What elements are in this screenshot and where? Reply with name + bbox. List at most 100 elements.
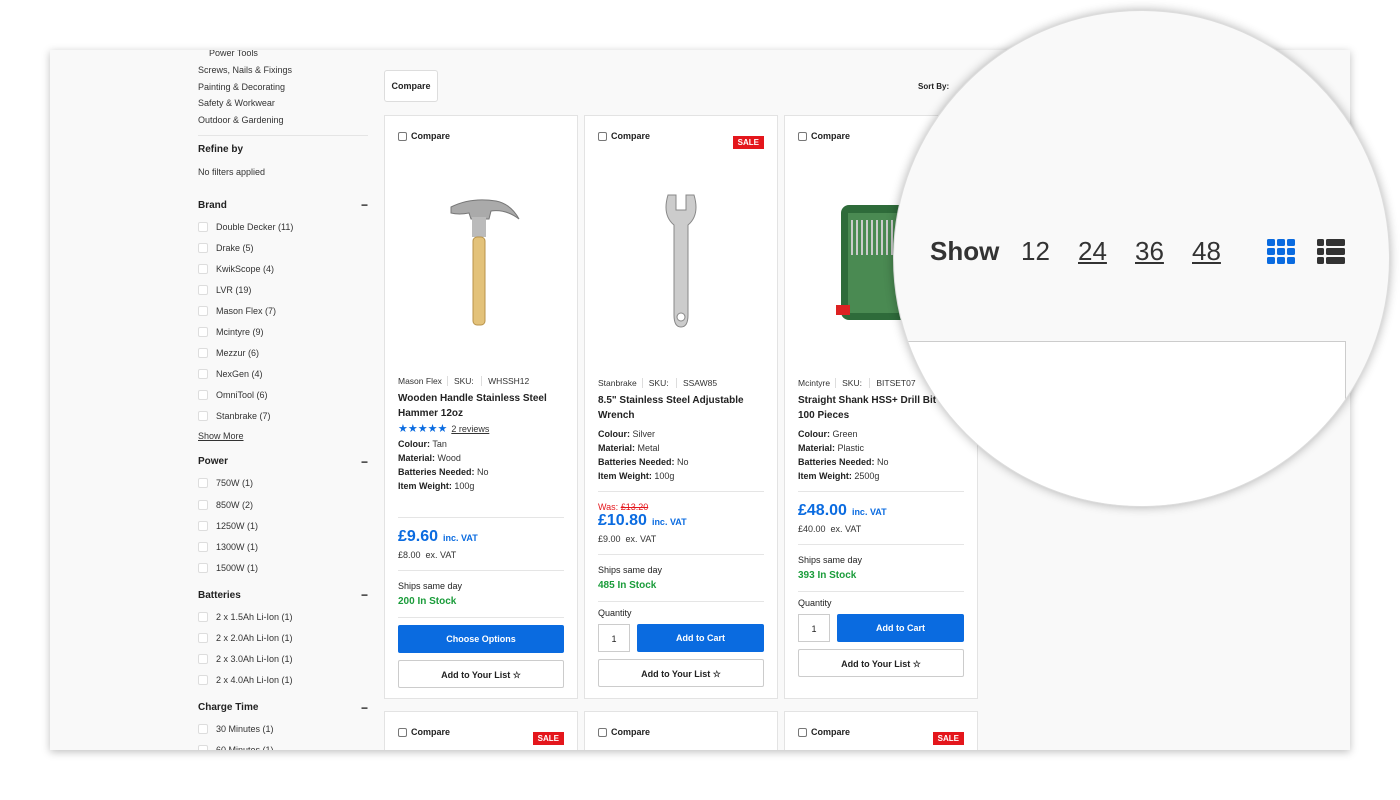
filter-option[interactable]: Stanbrake (7)	[198, 406, 368, 427]
filter-option[interactable]: 850W (2)	[198, 494, 368, 515]
price-ex-vat: £40.00 ex. VAT	[798, 524, 862, 534]
category-link[interactable]: Safety & Workwear	[198, 95, 368, 112]
product-title[interactable]: Wooden Handle Stainless Steel Hammer 12o…	[398, 391, 564, 421]
stock-status: 485 In Stock	[598, 580, 657, 591]
add-to-cart-button[interactable]: Add to Cart	[637, 624, 764, 652]
checkbox[interactable]	[198, 305, 208, 316]
compare-button[interactable]: Compare	[384, 70, 438, 102]
reviews-link[interactable]: 2 reviews	[451, 424, 489, 434]
filter-group-title[interactable]: Brand −	[198, 198, 368, 212]
star-icon: ☆	[912, 659, 921, 669]
list-view-icon[interactable]	[1317, 239, 1347, 265]
collapse-icon[interactable]: −	[361, 198, 368, 212]
star-icon: ☆	[712, 669, 721, 679]
filter-option[interactable]: 1500W (1)	[198, 557, 368, 578]
filter-group-title[interactable]: Power −	[198, 455, 368, 469]
checkbox[interactable]	[198, 611, 208, 622]
checkbox[interactable]	[198, 562, 208, 573]
product-card: Compare SALE	[784, 711, 978, 750]
checkbox[interactable]	[198, 242, 208, 253]
star-icon: ☆	[512, 670, 521, 680]
page-size-24[interactable]: 24	[1078, 236, 1107, 267]
checkbox[interactable]	[198, 221, 208, 232]
filter-option[interactable]: LVR (19)	[198, 279, 368, 300]
shipping-text: Ships same day	[598, 565, 663, 575]
filter-option[interactable]: Drake (5)	[198, 237, 368, 258]
checkbox[interactable]	[198, 520, 208, 531]
add-to-cart-button[interactable]: Add to Cart	[837, 614, 964, 642]
filter-option[interactable]: OmniTool (6)	[198, 385, 368, 406]
page-size-12[interactable]: 12	[1021, 236, 1050, 267]
add-to-list-button[interactable]: Add to Your List ☆	[398, 660, 564, 688]
sort-dropdown-magnified[interactable]	[906, 341, 1346, 506]
show-more-link[interactable]: Show More	[198, 431, 368, 441]
collapse-icon[interactable]: −	[361, 701, 368, 715]
was-price: Was: £13.20	[598, 502, 649, 512]
filter-option[interactable]: 30 Minutes (1)	[198, 719, 368, 740]
checkbox[interactable]	[198, 411, 208, 422]
product-card: Compare	[584, 711, 778, 750]
checkbox[interactable]	[198, 745, 208, 750]
checkbox[interactable]	[198, 675, 208, 686]
quantity-input[interactable]: 1	[798, 614, 830, 642]
quantity-label: Quantity	[598, 608, 632, 618]
grid-view-icon[interactable]	[1267, 239, 1297, 265]
filter-option[interactable]: Mcintyre (9)	[198, 321, 368, 342]
category-link[interactable]: Painting & Decorating	[198, 79, 368, 96]
product-attributes: Colour: Silver Material: Metal Batteries…	[598, 429, 689, 481]
checkbox[interactable]	[198, 633, 208, 644]
collapse-icon[interactable]: −	[361, 455, 368, 469]
compare-checkbox[interactable]: Compare	[398, 131, 564, 141]
product-meta: Mason Flex SKU: WHSSH12	[398, 376, 530, 386]
filter-option[interactable]: Double Decker (11)	[198, 216, 368, 237]
checkbox[interactable]	[198, 724, 208, 735]
checkbox[interactable]	[198, 541, 208, 552]
choose-options-button[interactable]: Choose Options	[398, 625, 564, 653]
refine-title: Refine by	[198, 144, 244, 155]
category-link[interactable]: Outdoor & Gardening	[198, 112, 368, 129]
sale-badge: SALE	[732, 136, 764, 149]
checkbox[interactable]	[198, 390, 208, 401]
collapse-icon[interactable]: −	[361, 588, 368, 602]
checkbox[interactable]	[198, 478, 208, 489]
filter-group-title[interactable]: Batteries −	[198, 588, 368, 602]
page-size-36[interactable]: 36	[1135, 236, 1164, 267]
filter-group-title[interactable]: Charge Time −	[198, 701, 368, 715]
page-size-48[interactable]: 48	[1192, 236, 1221, 267]
checkbox[interactable]	[198, 327, 208, 338]
price-ex-vat: £9.00 ex. VAT	[598, 534, 657, 544]
category-link[interactable]: Screws, Nails & Fixings	[198, 62, 368, 79]
magnifier-overlay: Show 12 24 36 48	[893, 10, 1390, 507]
rating-stars: ★★★★★ 2 reviews	[398, 423, 490, 435]
sale-badge: SALE	[532, 732, 564, 745]
filter-option[interactable]: 2 x 1.5Ah Li-Ion (1)	[198, 606, 368, 627]
filter-option[interactable]: 2 x 2.0Ah Li-Ion (1)	[198, 628, 368, 649]
show-label: Show	[930, 236, 1000, 266]
filter-option[interactable]: 2 x 3.0Ah Li-Ion (1)	[198, 649, 368, 670]
filter-option[interactable]: 1250W (1)	[198, 515, 368, 536]
filter-option[interactable]: 60 Minutes (1)	[198, 740, 368, 750]
price-inc-vat: £10.80 inc. VAT	[598, 512, 687, 529]
checkbox[interactable]	[198, 348, 208, 359]
filter-option[interactable]: Mason Flex (7)	[198, 300, 368, 321]
add-to-list-button[interactable]: Add to Your List ☆	[598, 659, 764, 687]
filter-option[interactable]: Mezzur (6)	[198, 343, 368, 364]
checkbox[interactable]	[198, 369, 208, 380]
stock-status: 200 In Stock	[398, 596, 457, 607]
filter-option[interactable]: KwikScope (4)	[198, 258, 368, 279]
checkbox[interactable]	[198, 499, 208, 510]
checkbox[interactable]	[198, 263, 208, 274]
checkbox[interactable]	[198, 654, 208, 665]
product-title[interactable]: 8.5" Stainless Steel Adjustable Wrench	[598, 393, 764, 423]
add-to-list-button[interactable]: Add to Your List ☆	[798, 649, 964, 677]
filter-option[interactable]: 1300W (1)	[198, 536, 368, 557]
quantity-input[interactable]: 1	[598, 624, 630, 652]
filter-option[interactable]: 2 x 4.0Ah Li-Ion (1)	[198, 670, 368, 691]
filter-option[interactable]: NexGen (4)	[198, 364, 368, 385]
filter-option[interactable]: 750W (1)	[198, 473, 368, 494]
hammer-image	[450, 198, 520, 325]
checkbox[interactable]	[198, 284, 208, 295]
compare-checkbox[interactable]: Compare	[598, 727, 764, 737]
product-card: Compare SALE Stanbrake SKU: SSAW85 8.5" S…	[584, 115, 778, 699]
wrench-image	[665, 194, 697, 328]
